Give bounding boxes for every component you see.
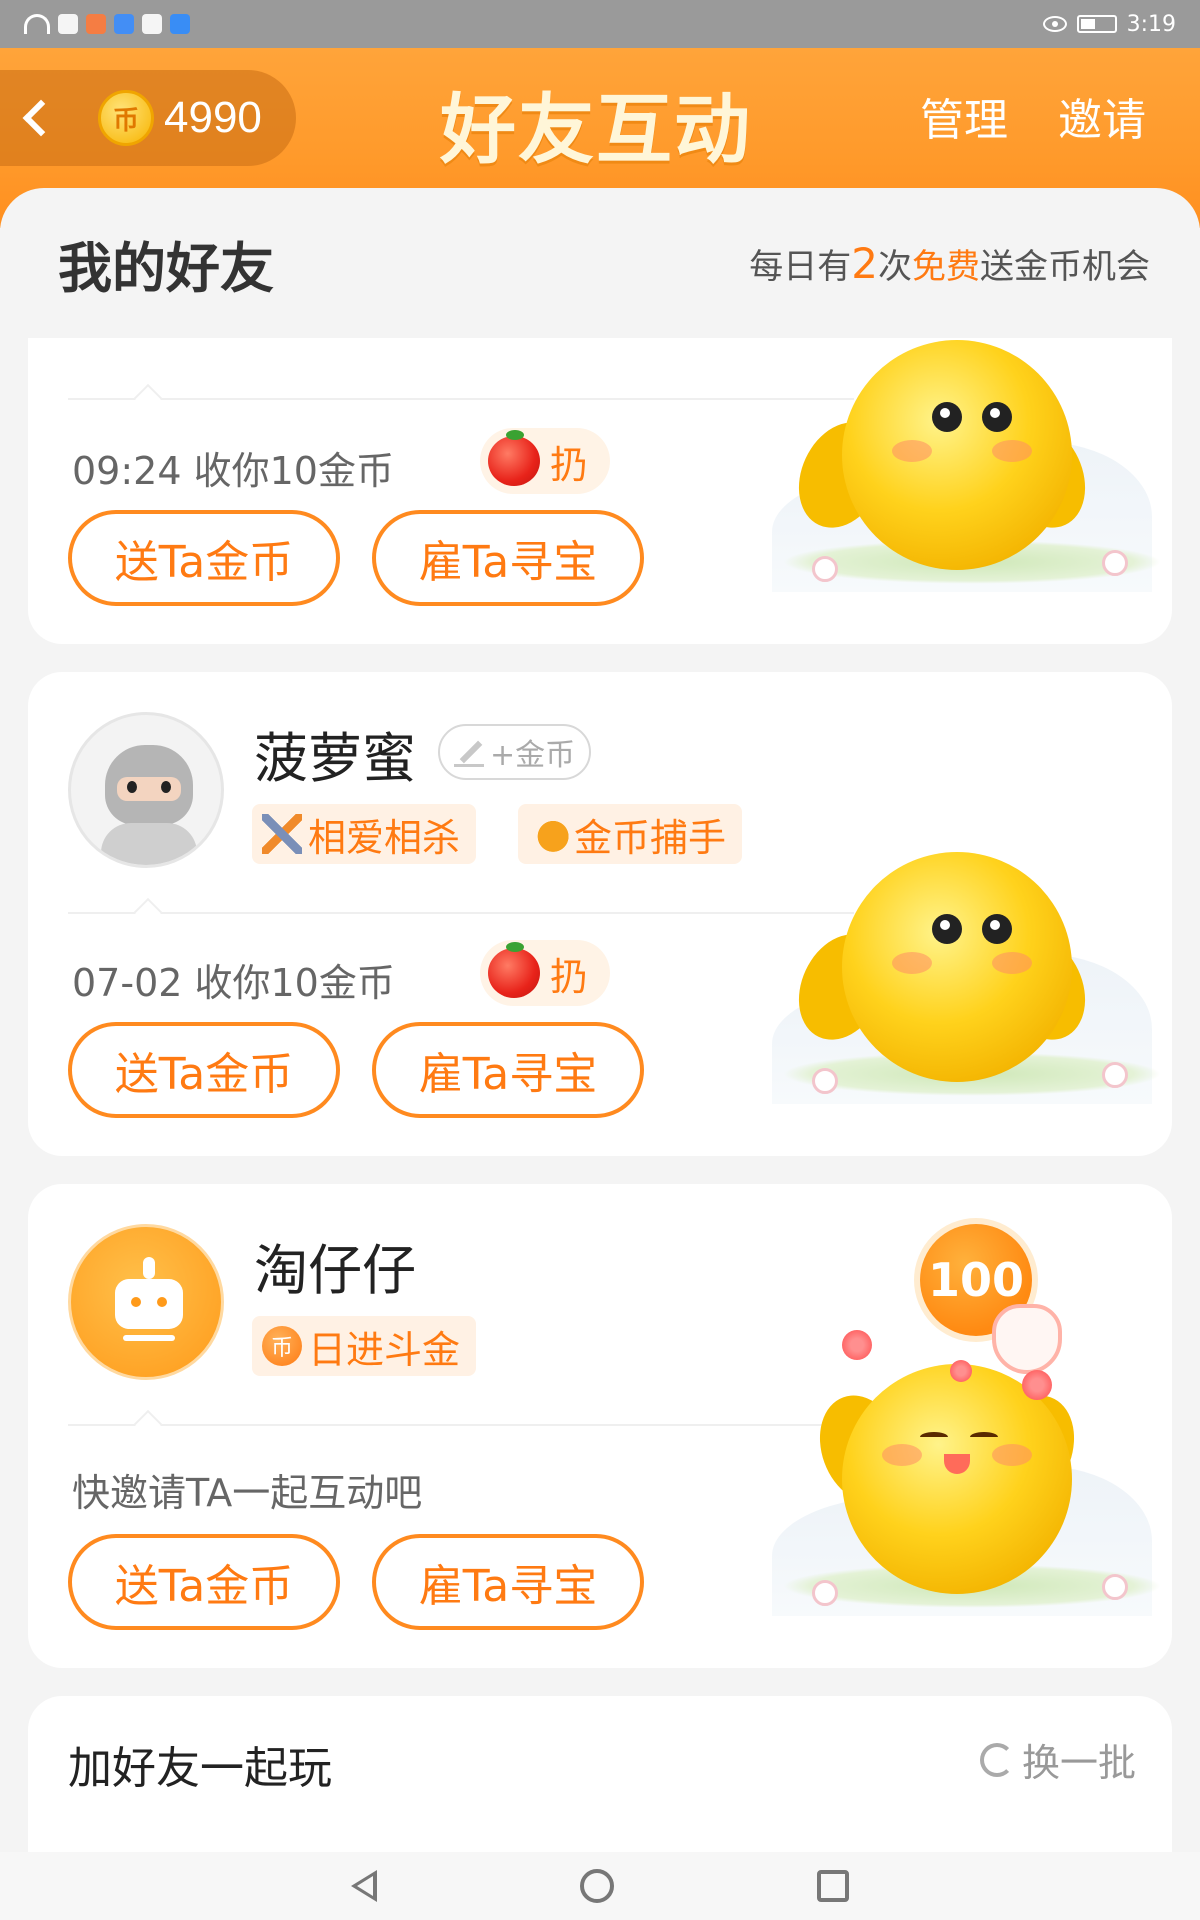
hire-treasure-button[interactable]: 雇Ta寻宝 [372, 510, 644, 606]
wechat-icon [58, 14, 78, 34]
tag: 币 日进斗金 [252, 1316, 477, 1376]
invite-hint: 快邀请TA一起互动吧 [72, 1471, 423, 1515]
add-friends-title: 加好友一起玩 [68, 1743, 332, 1794]
status-icons [24, 14, 190, 34]
invite-button[interactable]: 邀请 [1058, 84, 1146, 148]
page-title: 好友互动 [440, 85, 752, 174]
nav-home-icon[interactable] [579, 1869, 614, 1903]
system-nav-bar [0, 1852, 1200, 1920]
coin-balance: 4990 [164, 93, 262, 142]
send-coins-button[interactable]: 送Ta金币 [68, 1022, 340, 1118]
friend-name: 菠萝蜜 [254, 727, 416, 790]
received-text: 07-02 收你10金币 [72, 961, 395, 1005]
swords-icon [262, 814, 302, 854]
friends-section-header: 我的好友 每日有2次免费送金币机会 [0, 188, 1200, 338]
status-time: 3:19 [1126, 11, 1176, 37]
battery-icon [1076, 15, 1117, 33]
flower-icon [1022, 1370, 1052, 1400]
coin-icon: 币 [262, 1326, 302, 1366]
mascot-illustration [752, 822, 1172, 1122]
mail-icon [142, 14, 162, 34]
chick-mascot-icon [842, 340, 1072, 570]
eye-icon [1042, 16, 1067, 32]
divider [68, 912, 854, 914]
divider [68, 1424, 854, 1426]
flower-icon [842, 1330, 872, 1360]
friend-card: 菠萝蜜 +金币 相爱相杀 金币捕手 07-02 收你10金币 扔 送Ta金币 雇… [28, 672, 1172, 1156]
tap-hand-icon [992, 1304, 1062, 1374]
cloud-app-icon [170, 14, 190, 34]
nav-recents-icon[interactable] [816, 1870, 849, 1902]
divider [68, 398, 854, 400]
search-app-icon [114, 14, 134, 34]
catcher-icon [522, 808, 574, 860]
friend-name: 淘仔仔 [254, 1239, 416, 1302]
coin-balance-pill: 币 4990 [0, 70, 296, 166]
manage-button[interactable]: 管理 [920, 84, 1008, 148]
received-text: 09:24 收你10金币 [72, 449, 394, 493]
hire-treasure-button[interactable]: 雇Ta寻宝 [372, 1534, 644, 1630]
chick-mascot-icon [842, 852, 1072, 1082]
pencil-icon [454, 737, 484, 767]
tomato-icon [488, 942, 540, 998]
back-icon[interactable] [22, 99, 60, 137]
tag: 金币捕手 [518, 804, 743, 864]
flower-icon [950, 1360, 972, 1382]
free-count: 2 [851, 238, 878, 288]
refresh-button[interactable]: 换一批 [979, 1732, 1136, 1787]
send-coins-button[interactable]: 送Ta金币 [68, 1534, 340, 1630]
edit-remark-button[interactable]: +金币 [438, 724, 592, 780]
refresh-icon [979, 1742, 1014, 1777]
avatar[interactable] [68, 1224, 224, 1380]
wifi-icon [24, 14, 50, 34]
friend-card: 淘仔仔 币 日进斗金 快邀请TA一起互动吧 送Ta金币 雇Ta寻宝 100 [28, 1184, 1172, 1668]
hire-treasure-button[interactable]: 雇Ta寻宝 [372, 1022, 644, 1118]
nav-back-icon[interactable] [351, 1870, 378, 1902]
throw-tomato-button[interactable]: 扔 [480, 428, 610, 494]
throw-tomato-button[interactable]: 扔 [480, 940, 610, 1006]
video-app-icon [86, 14, 106, 34]
status-bar: 3:19 [0, 0, 1200, 48]
tomato-icon [488, 430, 540, 486]
send-coins-button[interactable]: 送Ta金币 [68, 510, 340, 606]
tag: 相爱相杀 [252, 804, 477, 864]
friends-title: 我的好友 [58, 236, 274, 300]
coin-icon: 币 [98, 90, 154, 146]
mascot-illustration [752, 310, 1172, 610]
free-coin-note: 每日有2次免费送金币机会 [749, 238, 1150, 288]
avatar[interactable] [68, 712, 224, 868]
